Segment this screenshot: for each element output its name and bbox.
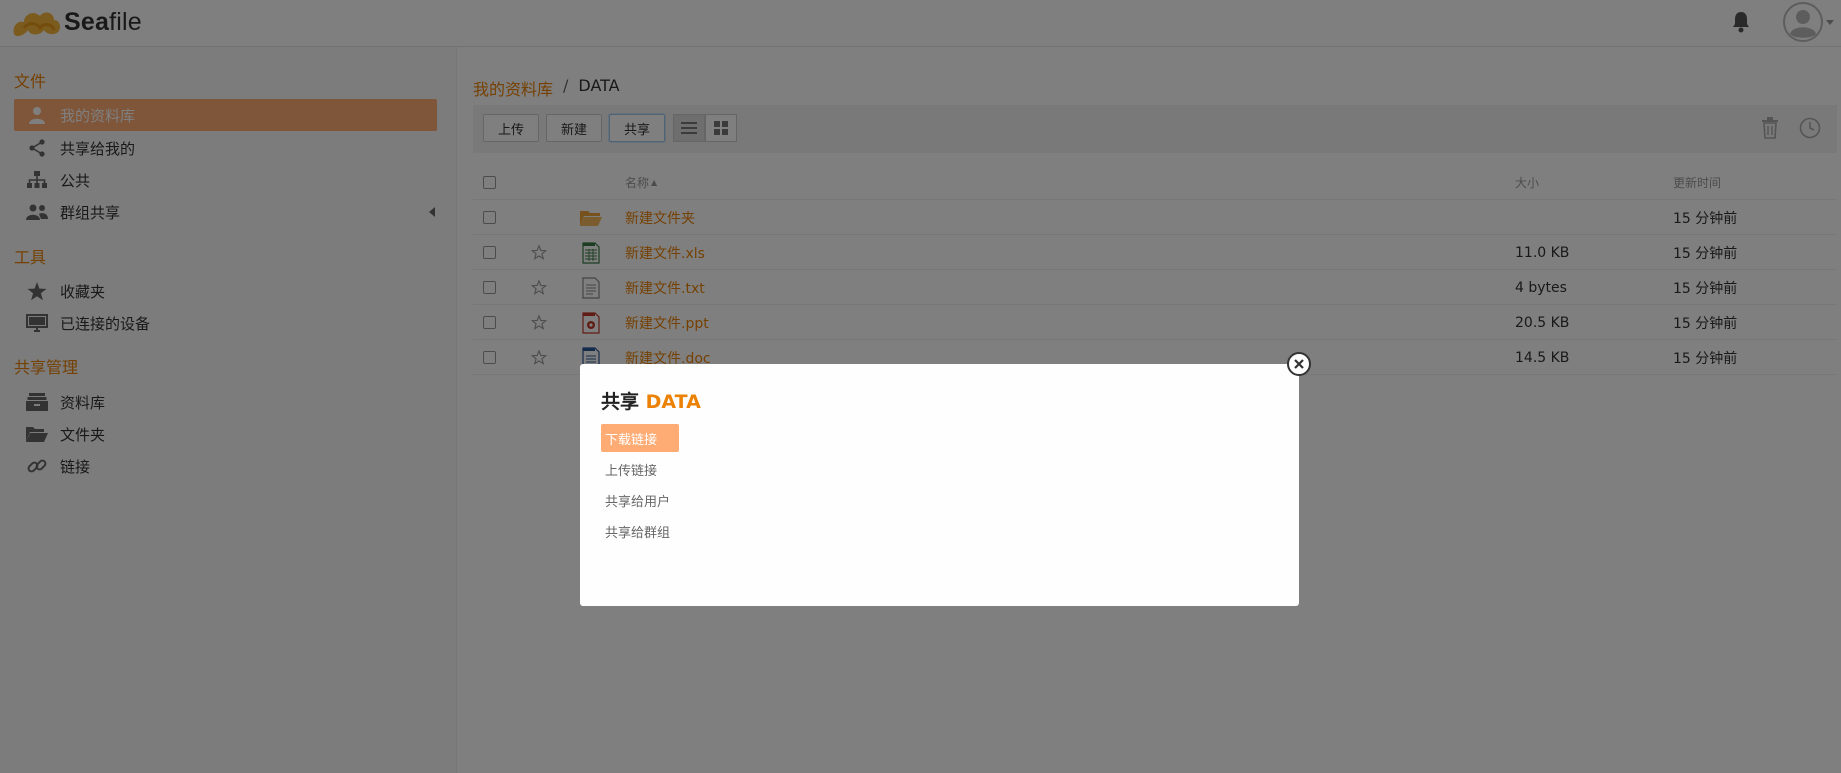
dialog-title-prefix: 共享 xyxy=(601,391,640,413)
dialog-close-button[interactable] xyxy=(1287,352,1311,376)
tab-share-to-user[interactable]: 共享给用户 xyxy=(601,486,681,514)
share-dialog: 共享 DATA 下载链接 上传链接 共享给用户 共享给群组 xyxy=(580,364,1299,606)
share-dialog-nav: 下载链接 上传链接 共享给用户 共享给群组 xyxy=(601,424,781,548)
close-icon xyxy=(1294,359,1304,369)
tab-download-link[interactable]: 下载链接 xyxy=(601,424,679,452)
tab-share-to-group[interactable]: 共享给群组 xyxy=(601,517,681,545)
dialog-title-item: DATA xyxy=(645,391,701,413)
tab-upload-link[interactable]: 上传链接 xyxy=(601,455,679,483)
dialog-title: 共享 DATA xyxy=(601,387,701,414)
